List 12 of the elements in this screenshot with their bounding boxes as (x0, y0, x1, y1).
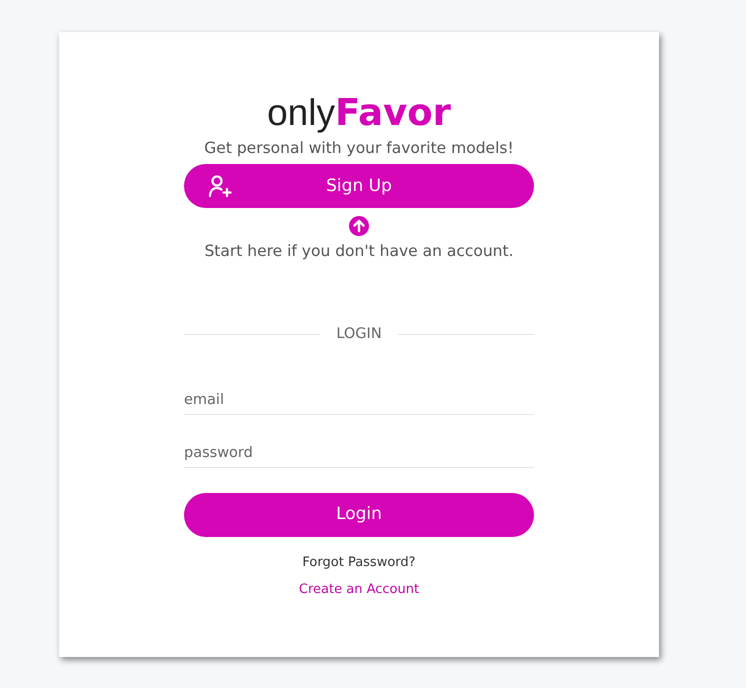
logo-text: only (267, 94, 335, 131)
create-account-link[interactable]: Create an Account (298, 580, 420, 600)
input-field[interactable]: email (184, 390, 534, 415)
section-label: LOGIN (335, 324, 383, 344)
tagline: Get personal with your favorite models! (204, 138, 514, 159)
sign-up-button[interactable]: Sign Up (184, 164, 534, 208)
signup-hint: Start here if you don't have an account. (204, 241, 514, 262)
login-button[interactable]: Login (184, 492, 534, 537)
forgot-password-link[interactable]: Forgot Password? (302, 552, 416, 572)
add-user-icon (208, 174, 232, 198)
input-field[interactable]: password (184, 443, 534, 468)
logo-accent-text: Favor (335, 94, 451, 131)
